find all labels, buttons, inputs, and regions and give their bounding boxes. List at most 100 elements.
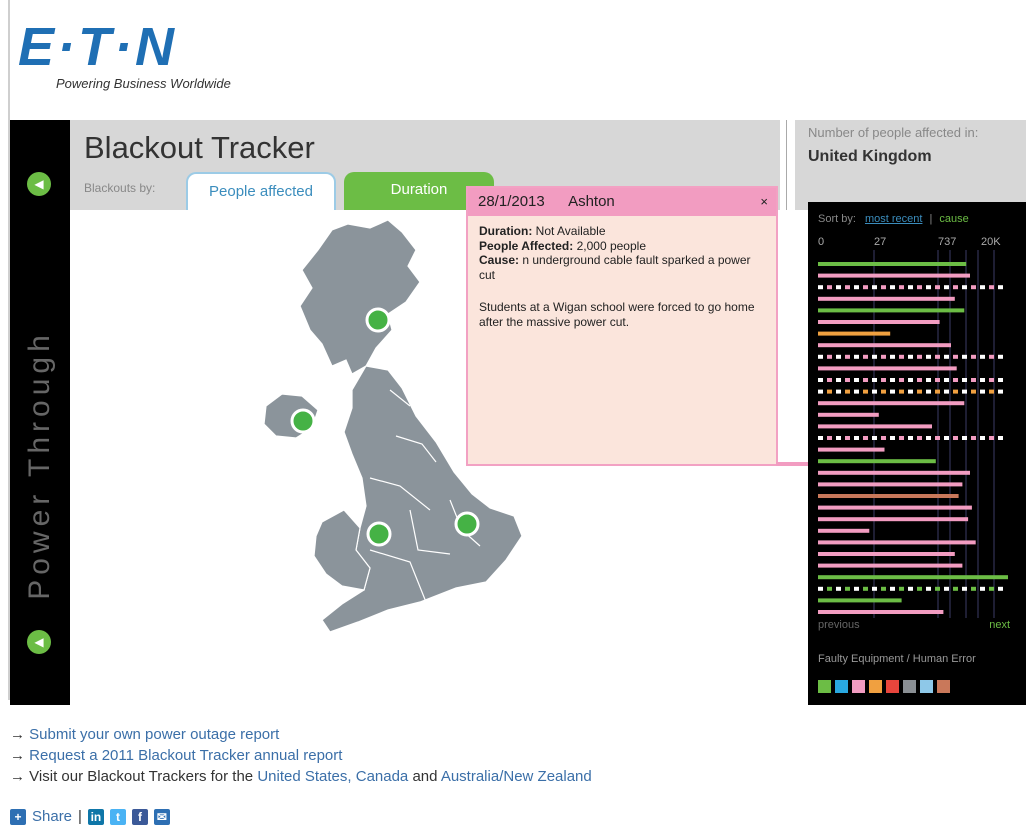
incident-bar-dot[interactable]: [872, 354, 877, 359]
incident-bar-dot[interactable]: [926, 586, 931, 591]
incident-bar-dot[interactable]: [962, 285, 967, 290]
incident-bar-dot[interactable]: [818, 285, 823, 290]
incident-bar-dot[interactable]: [845, 436, 850, 440]
share-plus-icon[interactable]: +: [10, 808, 26, 825]
incident-bar-dot[interactable]: [953, 378, 958, 382]
incident-bar-dot[interactable]: [872, 586, 877, 591]
incident-bar-dot[interactable]: [917, 389, 922, 394]
incident-bar-dot[interactable]: [899, 354, 904, 359]
incident-bar-dot[interactable]: [980, 285, 985, 290]
incident-bar-dot[interactable]: [845, 354, 850, 359]
incident-bar-dot[interactable]: [872, 378, 877, 382]
incident-bar-dot[interactable]: [935, 285, 940, 290]
incident-bar-dot[interactable]: [980, 389, 985, 394]
cause-swatch[interactable]: [937, 680, 950, 693]
incident-bar-dot[interactable]: [998, 354, 1003, 359]
close-icon[interactable]: ×: [760, 194, 768, 209]
incident-bar[interactable]: [818, 320, 940, 324]
incident-bar-dot[interactable]: [836, 285, 841, 290]
previous-link[interactable]: previous: [818, 619, 860, 631]
incident-bar-dot[interactable]: [989, 285, 994, 290]
incident-bar-dot[interactable]: [863, 586, 868, 591]
incident-bar[interactable]: [818, 459, 936, 464]
incident-bar-dot[interactable]: [944, 586, 949, 591]
incident-bar[interactable]: [818, 575, 1008, 580]
incident-bar[interactable]: [818, 482, 963, 487]
cause-swatch[interactable]: [835, 680, 848, 693]
incident-bar-dot[interactable]: [926, 436, 931, 440]
incident-bar-dot[interactable]: [827, 354, 832, 359]
incident-bar[interactable]: [818, 343, 951, 348]
incident-bar-dot[interactable]: [962, 354, 967, 359]
incident-bar-dot[interactable]: [935, 378, 940, 382]
australia-nz-link[interactable]: Australia/New Zealand: [441, 768, 592, 785]
share-label[interactable]: Share: [32, 808, 72, 825]
incident-bar-dot[interactable]: [935, 586, 940, 591]
incident-bar-dot[interactable]: [836, 378, 841, 382]
twitter-icon[interactable]: t: [109, 808, 126, 825]
incident-bar-dot[interactable]: [836, 354, 841, 359]
incident-bar-dot[interactable]: [998, 389, 1003, 394]
email-icon[interactable]: ✉: [153, 808, 170, 825]
canada-link[interactable]: Canada: [356, 768, 409, 785]
incident-bar-dot[interactable]: [818, 378, 823, 382]
facebook-icon[interactable]: f: [131, 808, 148, 825]
incident-bar[interactable]: [818, 308, 965, 313]
incident-bar-dot[interactable]: [890, 436, 895, 440]
incident-bar-dot[interactable]: [998, 586, 1003, 591]
incident-bar-dot[interactable]: [917, 586, 922, 591]
incident-bar-dot[interactable]: [998, 378, 1003, 382]
incident-bar-dot[interactable]: [926, 389, 931, 394]
incident-bar-dot[interactable]: [989, 378, 994, 382]
incident-bar-dot[interactable]: [962, 389, 967, 394]
incident-bar[interactable]: [818, 366, 957, 371]
incident-bar[interactable]: [818, 401, 965, 406]
incident-bar-dot[interactable]: [908, 586, 913, 591]
incident-bar-dot[interactable]: [989, 436, 994, 440]
incident-bar-dot[interactable]: [818, 586, 823, 591]
tab-people-affected[interactable]: People affected: [186, 172, 336, 210]
incident-bar-dot[interactable]: [926, 378, 931, 382]
incident-bar[interactable]: [818, 598, 902, 603]
incident-bar-dot[interactable]: [854, 378, 859, 382]
incident-bar-dot[interactable]: [944, 436, 949, 440]
incident-bar-dot[interactable]: [908, 354, 913, 359]
incident-bar-dot[interactable]: [917, 354, 922, 359]
incident-bar-dot[interactable]: [881, 378, 886, 382]
incident-bar-dot[interactable]: [908, 436, 913, 440]
incident-bar-dot[interactable]: [827, 285, 832, 290]
incident-bar-dot[interactable]: [854, 285, 859, 290]
incident-bar-dot[interactable]: [953, 354, 958, 359]
incident-bar-dot[interactable]: [971, 586, 976, 591]
incident-bar-dot[interactable]: [836, 389, 841, 394]
incident-bar-dot[interactable]: [845, 389, 850, 394]
incident-bar-dot[interactable]: [980, 354, 985, 359]
incident-bar-dot[interactable]: [890, 378, 895, 382]
incident-bar-dot[interactable]: [989, 354, 994, 359]
incident-bar[interactable]: [818, 412, 879, 417]
incident-bar[interactable]: [818, 610, 944, 614]
incident-bar-dot[interactable]: [953, 389, 958, 394]
incident-bar-dot[interactable]: [854, 586, 859, 591]
next-link[interactable]: next: [989, 619, 1010, 631]
linkedin-icon[interactable]: in: [87, 808, 104, 825]
incident-bar-dot[interactable]: [845, 378, 850, 382]
incident-bar-dot[interactable]: [944, 389, 949, 394]
incident-bar-dot[interactable]: [971, 378, 976, 382]
incident-bar[interactable]: [818, 552, 955, 556]
incident-bar-dot[interactable]: [854, 389, 859, 394]
incident-bar[interactable]: [818, 331, 891, 336]
incident-bar-dot[interactable]: [917, 436, 922, 440]
incident-bar-dot[interactable]: [881, 354, 886, 359]
incident-bar-dot[interactable]: [962, 378, 967, 382]
incident-bar-dot[interactable]: [980, 586, 985, 591]
incident-bar-dot[interactable]: [836, 586, 841, 591]
incident-bar-dot[interactable]: [827, 378, 832, 382]
incident-bar-dot[interactable]: [935, 389, 940, 394]
incident-bar-dot[interactable]: [818, 389, 823, 394]
incident-bar-dot[interactable]: [989, 586, 994, 591]
incident-bar-dot[interactable]: [890, 354, 895, 359]
incident-bar-dot[interactable]: [818, 354, 823, 359]
incident-bar-dot[interactable]: [971, 285, 976, 290]
incident-bar-dot[interactable]: [962, 586, 967, 591]
